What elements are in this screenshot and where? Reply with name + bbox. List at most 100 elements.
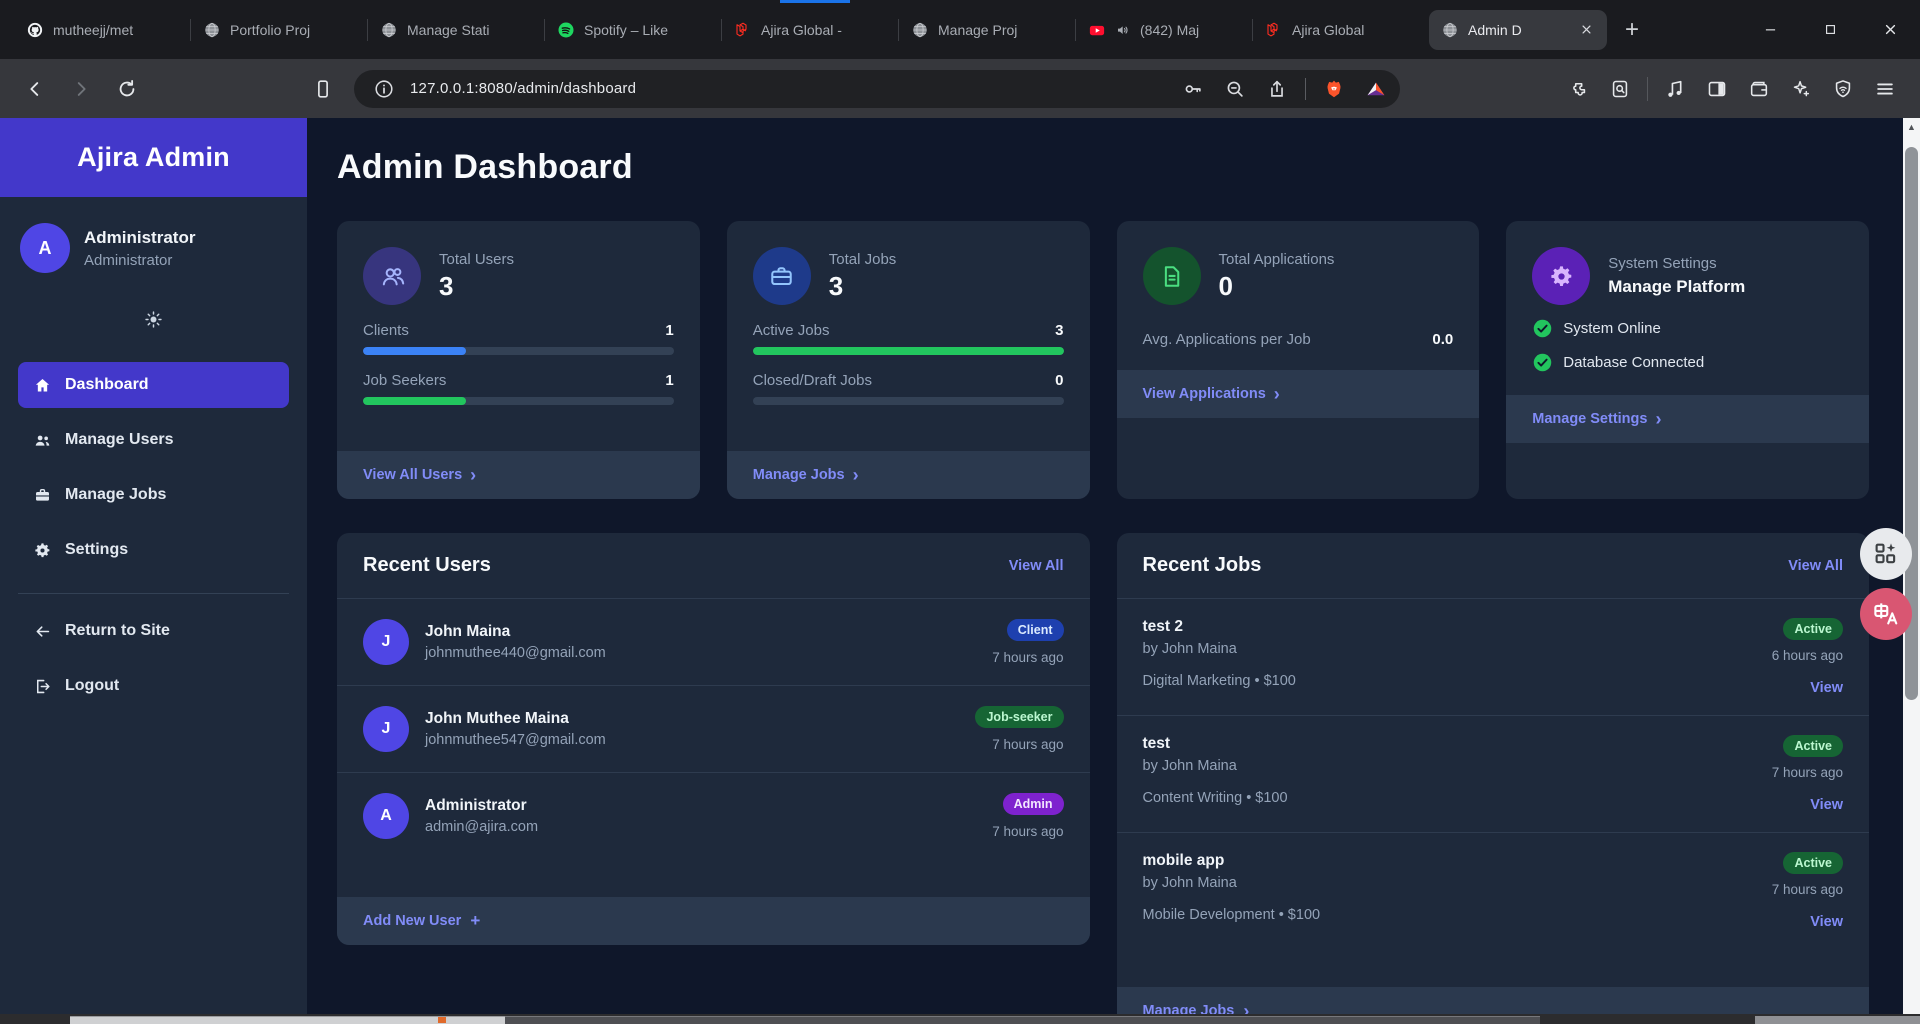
card-footer-link[interactable]: Manage Settings› <box>1506 395 1869 443</box>
avatar: A <box>20 223 70 273</box>
job-row[interactable]: test 2by John MainaDigital Marketing • $… <box>1117 599 1870 716</box>
github-favicon <box>26 21 44 39</box>
sidebar-item-logout[interactable]: Logout <box>18 663 289 709</box>
browser-tab[interactable]: Ajira Global - <box>722 10 898 50</box>
timestamp: 7 hours ago <box>992 824 1063 839</box>
translate-widget[interactable] <box>1860 588 1912 640</box>
back-icon[interactable] <box>16 70 54 108</box>
toolbar-divider <box>1647 77 1648 101</box>
view-job-link[interactable]: View <box>1810 914 1843 930</box>
stat-label: Total Jobs <box>829 251 897 268</box>
view-job-link[interactable]: View <box>1810 680 1843 696</box>
plus-icon: + <box>470 911 480 931</box>
browser-tab[interactable]: Manage Stati <box>368 10 544 50</box>
brave-shields-icon[interactable] <box>1318 73 1350 105</box>
tab-title: Ajira Global - <box>761 22 886 38</box>
view-all-jobs-link[interactable]: View All <box>1788 558 1843 574</box>
share-icon[interactable] <box>1261 73 1293 105</box>
recent-jobs-title: Recent Jobs <box>1143 554 1262 577</box>
view-job-link[interactable]: View <box>1810 797 1843 813</box>
tab-audio-icon[interactable] <box>1115 22 1131 38</box>
browser-tab[interactable]: Admin D <box>1429 10 1607 50</box>
card-footer-link[interactable]: View Applications› <box>1117 370 1480 418</box>
progress-bar <box>363 397 674 405</box>
card-footer-link[interactable]: Manage Jobs› <box>727 451 1090 499</box>
page-title: Admin Dashboard <box>337 148 1869 187</box>
sidebar-item-manage-users[interactable]: Manage Users <box>18 417 289 463</box>
sidebar-item-manage-jobs[interactable]: Manage Jobs <box>18 472 289 518</box>
main-content: Admin Dashboard Total Users3Clients1Job … <box>307 118 1920 1024</box>
check-circle-icon <box>1532 318 1553 339</box>
address-bar[interactable]: 127.0.0.1:8080/admin/dashboard <box>354 70 1400 108</box>
vpn-shield-icon[interactable] <box>1824 70 1862 108</box>
add-new-user-link[interactable]: Add New User + <box>337 897 1090 945</box>
timestamp: 7 hours ago <box>1772 882 1843 897</box>
metric-label: Active Jobs <box>753 322 830 339</box>
url-text[interactable]: 127.0.0.1:8080/admin/dashboard <box>410 80 1167 97</box>
extensions-puzzle-icon[interactable] <box>1559 70 1597 108</box>
sidebar-item-dashboard[interactable]: Dashboard <box>18 362 289 408</box>
metric-label: Closed/Draft Jobs <box>753 372 872 389</box>
logout-icon <box>33 677 52 696</box>
stat-value: 3 <box>829 271 897 302</box>
music-note-icon[interactable] <box>1656 70 1694 108</box>
wallet-icon[interactable] <box>1740 70 1778 108</box>
new-tab-button[interactable]: + <box>1615 13 1649 47</box>
chevron-right-icon: › <box>853 466 859 484</box>
sidebar-item-label: Logout <box>65 677 119 695</box>
browser-tab[interactable]: Manage Proj <box>899 10 1075 50</box>
browser-tab[interactable]: Ajira Global <box>1253 10 1429 50</box>
tab-close-icon[interactable] <box>1577 21 1595 39</box>
tab-loading-indicator <box>780 0 850 3</box>
leo-ai-sparkle-icon[interactable] <box>1782 70 1820 108</box>
job-row[interactable]: testby John MainaContent Writing • $100A… <box>1117 716 1870 833</box>
profile-name: Administrator <box>84 228 195 248</box>
job-author: by John Maina <box>1143 641 1772 657</box>
extension-grid-widget[interactable] <box>1860 528 1912 580</box>
sidebar-item-settings[interactable]: Settings <box>18 527 289 573</box>
browser-tab[interactable]: Portfolio Proj <box>191 10 367 50</box>
job-row[interactable]: mobile appby John MainaMobile Developmen… <box>1117 833 1870 949</box>
zoom-out-icon[interactable] <box>1219 73 1251 105</box>
browser-tab[interactable]: (842) Maj <box>1076 10 1252 50</box>
role-badge: Admin <box>1003 793 1064 815</box>
stat-card: Total Jobs3Active Jobs3Closed/Draft Jobs… <box>727 221 1090 499</box>
avatar: A <box>363 793 409 839</box>
timestamp: 7 hours ago <box>992 737 1063 752</box>
menu-hamburger-icon[interactable] <box>1866 70 1904 108</box>
user-row[interactable]: JJohn Mainajohnmuthee440@gmail.comClient… <box>337 599 1090 686</box>
user-row[interactable]: JJohn Muthee Mainajohnmuthee547@gmail.co… <box>337 686 1090 773</box>
browser-tab[interactable]: Spotify – Like <box>545 10 721 50</box>
maximize-button[interactable] <box>1800 0 1860 59</box>
forward-icon[interactable] <box>62 70 100 108</box>
recent-jobs-card: Recent Jobs View All test 2by John Maina… <box>1117 533 1870 1024</box>
sidebar-item-return-to-site[interactable]: Return to Site <box>18 608 289 654</box>
tab-list: mutheejj/metPortfolio Proj Manage Stati Sp… <box>14 0 1607 59</box>
brave-rewards-icon[interactable] <box>1360 73 1392 105</box>
check-circle-icon <box>1532 352 1553 373</box>
password-key-icon[interactable] <box>1177 73 1209 105</box>
user-name: John Maina <box>425 623 992 641</box>
user-list: JJohn Mainajohnmuthee440@gmail.comClient… <box>337 599 1090 859</box>
scrollbar-up-arrow[interactable]: ▲ <box>1903 118 1920 136</box>
gear-duo-icon <box>1532 247 1590 305</box>
status-text: System Online <box>1563 320 1661 337</box>
view-all-users-link[interactable]: View All <box>1009 558 1064 574</box>
stat-label: Total Users <box>439 251 514 268</box>
job-title: mobile app <box>1143 852 1772 870</box>
browser-tab[interactable]: mutheejj/met <box>14 10 190 50</box>
search-card-icon[interactable] <box>1601 70 1639 108</box>
card-footer-link[interactable]: View All Users› <box>337 451 700 499</box>
sidebar-panel-icon[interactable] <box>1698 70 1736 108</box>
stat-card: System SettingsManage PlatformSystem Onl… <box>1506 221 1869 499</box>
window-close-button[interactable] <box>1860 0 1920 59</box>
minimize-button[interactable] <box>1740 0 1800 59</box>
user-row[interactable]: AAdministratoradmin@ajira.comAdmin7 hour… <box>337 773 1090 859</box>
site-info-icon[interactable] <box>368 73 400 105</box>
bookmark-icon[interactable] <box>304 70 342 108</box>
theme-toggle-sun-icon[interactable] <box>0 283 307 340</box>
tab-title: Manage Stati <box>407 22 532 38</box>
reload-icon[interactable] <box>108 70 146 108</box>
status-badge: Active <box>1783 735 1843 757</box>
sidebar-item-label: Dashboard <box>65 376 149 394</box>
